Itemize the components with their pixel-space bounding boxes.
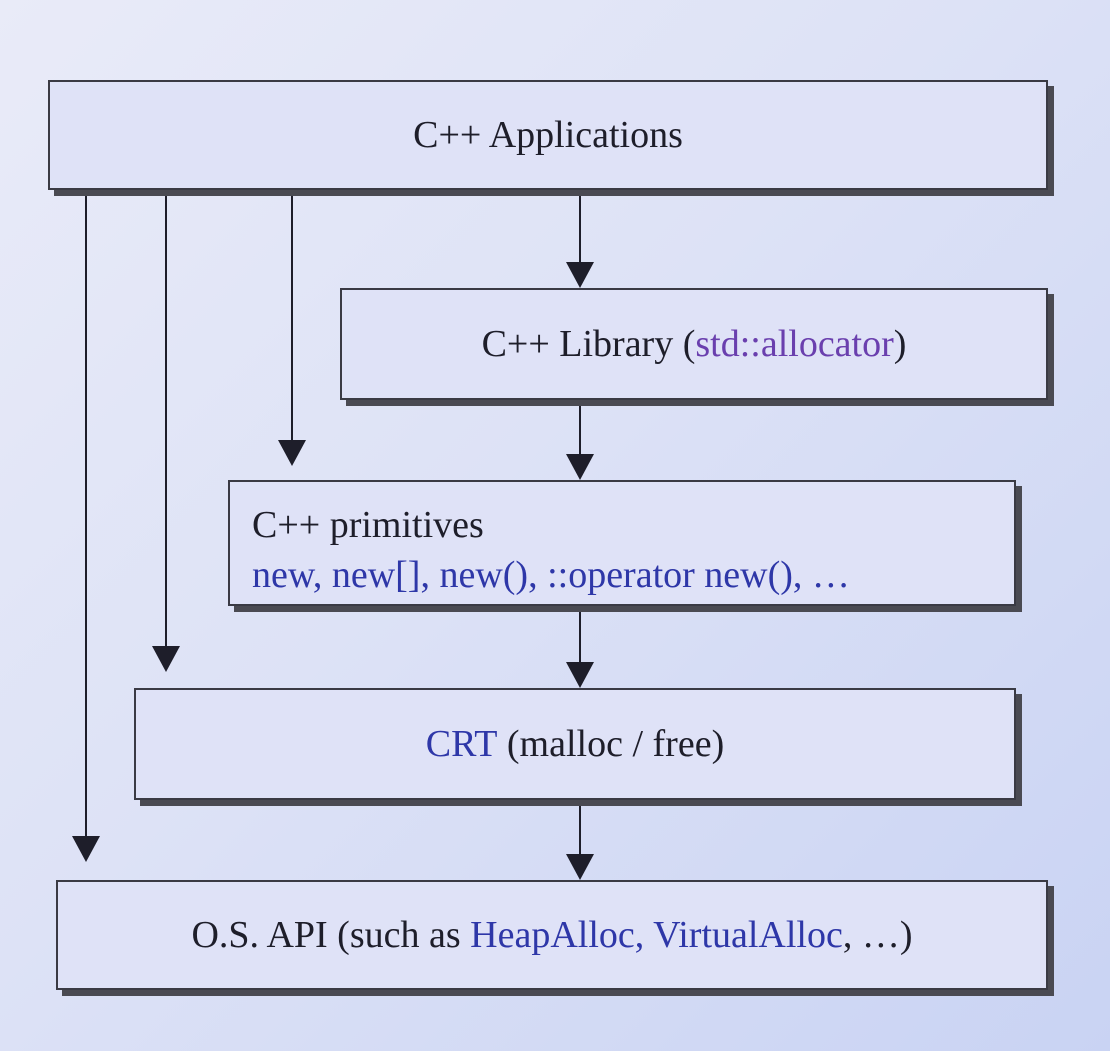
os-api-prefix: O.S. API (such as — [191, 914, 471, 956]
std-allocator-label: std::allocator — [695, 323, 894, 365]
os-api-functions: HeapAlloc, VirtualAlloc — [470, 914, 843, 956]
cpp-primitives-box: C++ primitives new, new[], new(), ::oper… — [228, 480, 1016, 606]
cpp-library-prefix: C++ Library ( — [481, 323, 696, 365]
cpp-applications-box: C++ Applications — [48, 80, 1048, 190]
arrowhead-apps-to-primitives — [278, 440, 306, 466]
cpp-library-suffix: ) — [893, 323, 907, 365]
arrowhead-apps-to-library — [566, 262, 594, 288]
crt-label: CRT — [425, 723, 498, 765]
arrowhead-primitives-to-crt — [566, 662, 594, 688]
os-api-suffix: , …) — [842, 914, 913, 956]
cpp-primitives-items: new, new[], new(), ::operator new(), … — [252, 554, 850, 596]
arrowhead-library-to-primitives — [566, 454, 594, 480]
arrowhead-crt-to-os — [566, 854, 594, 880]
arrowhead-apps-to-crt — [152, 646, 180, 672]
crt-functions-label: (malloc / free) — [497, 723, 725, 765]
os-api-box: O.S. API (such as HeapAlloc, VirtualAllo… — [56, 880, 1048, 990]
memory-allocation-layers-diagram: C++ Applications C++ Library (std::alloc… — [0, 0, 1110, 1051]
arrowhead-apps-to-os — [72, 836, 100, 862]
crt-box: CRT (malloc / free) — [134, 688, 1016, 800]
cpp-applications-label: C++ Applications — [413, 114, 683, 156]
cpp-library-box: C++ Library (std::allocator) — [340, 288, 1048, 400]
cpp-primitives-title: C++ primitives — [252, 504, 484, 546]
